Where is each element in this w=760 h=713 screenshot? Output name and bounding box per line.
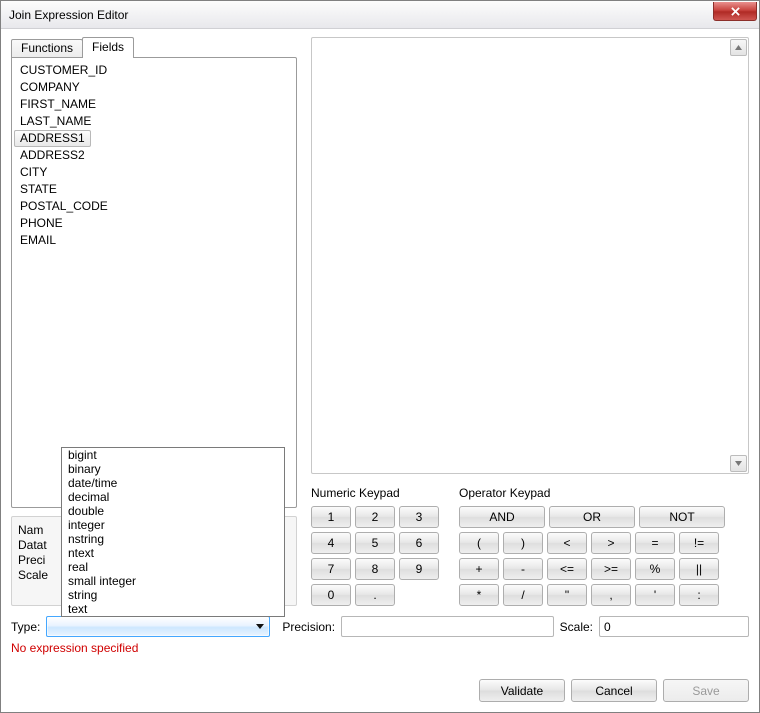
opkey-and[interactable]: AND	[459, 506, 545, 528]
chevron-down-icon	[735, 461, 742, 466]
tabstrip: Functions Fields	[11, 37, 297, 57]
type-option[interactable]: string	[62, 588, 284, 602]
numkey-5[interactable]: 5	[355, 532, 395, 554]
titlebar: Join Expression Editor	[1, 1, 759, 29]
numeric-keypad-label: Numeric Keypad	[311, 486, 439, 500]
opkey[interactable]: <	[547, 532, 587, 554]
numkey-0[interactable]: 0	[311, 584, 351, 606]
scale-label: Scale:	[560, 620, 593, 634]
opkey[interactable]: (	[459, 532, 499, 554]
tab-fields[interactable]: Fields	[82, 37, 134, 57]
opkey[interactable]: "	[547, 584, 587, 606]
field-item[interactable]: ADDRESS2	[14, 147, 294, 164]
opkey-not[interactable]: NOT	[639, 506, 725, 528]
field-item[interactable]: FIRST_NAME	[14, 96, 294, 113]
field-item[interactable]: COMPANY	[14, 79, 294, 96]
precision-input[interactable]	[341, 616, 554, 637]
numkey-7[interactable]: 7	[311, 558, 351, 580]
scroll-down-button[interactable]	[730, 455, 747, 472]
field-item[interactable]: CUSTOMER_ID	[14, 62, 294, 79]
type-label: Type:	[11, 620, 40, 634]
save-button[interactable]: Save	[663, 679, 749, 702]
opkey[interactable]: *	[459, 584, 499, 606]
type-option[interactable]: bigint	[62, 448, 284, 462]
field-item[interactable]: POSTAL_CODE	[14, 198, 294, 215]
opkey[interactable]: :	[679, 584, 719, 606]
chevron-up-icon	[735, 45, 742, 50]
window-title: Join Expression Editor	[9, 8, 128, 22]
type-option[interactable]: real	[62, 560, 284, 574]
tab-functions[interactable]: Functions	[11, 39, 83, 57]
type-combobox[interactable]	[46, 616, 270, 637]
fields-pane: CUSTOMER_IDCOMPANYFIRST_NAMELAST_NAMEADD…	[11, 57, 297, 508]
join-expression-editor-window: Join Expression Editor Functions Fields …	[0, 0, 760, 713]
field-item[interactable]: LAST_NAME	[14, 113, 294, 130]
validate-button[interactable]: Validate	[479, 679, 565, 702]
numkey-1[interactable]: 1	[311, 506, 351, 528]
opkey[interactable]: >	[591, 532, 631, 554]
opkey[interactable]: >=	[591, 558, 631, 580]
type-option[interactable]: double	[62, 504, 284, 518]
scroll-up-button[interactable]	[730, 39, 747, 56]
type-option[interactable]: integer	[62, 518, 284, 532]
opkey[interactable]: %	[635, 558, 675, 580]
expression-scrollbar[interactable]	[730, 39, 747, 472]
numkey-3[interactable]: 3	[399, 506, 439, 528]
type-option[interactable]: nstring	[62, 532, 284, 546]
opkey[interactable]: <=	[547, 558, 587, 580]
opkey[interactable]: '	[635, 584, 675, 606]
right-column: Numeric Keypad 123 456 789 0. Operator Keyp…	[311, 37, 749, 606]
numkey-2[interactable]: 2	[355, 506, 395, 528]
close-icon	[730, 7, 741, 16]
field-item[interactable]: ADDRESS1	[14, 130, 91, 147]
cancel-button[interactable]: Cancel	[571, 679, 657, 702]
precision-label: Precision:	[282, 620, 335, 634]
meta-row: Type: Precision: Scale: bigintbinarydate…	[11, 616, 749, 637]
dialog-buttons: Validate Cancel Save	[11, 675, 749, 702]
operator-keypad-label: Operator Keypad	[459, 486, 725, 500]
status-message: No expression specified	[11, 641, 749, 675]
opkey[interactable]: !=	[679, 532, 719, 554]
operator-keypad: Operator Keypad ANDORNOT ()<>=!=+-<=>=%|…	[459, 486, 725, 606]
type-dropdown-list[interactable]: bigintbinarydate/timedecimaldoubleintege…	[61, 447, 285, 617]
type-option[interactable]: text	[62, 602, 284, 616]
client-area: Functions Fields CUSTOMER_IDCOMPANYFIRST…	[1, 29, 759, 712]
numkey-6[interactable]: 6	[399, 532, 439, 554]
opkey[interactable]: +	[459, 558, 499, 580]
opkey[interactable]: )	[503, 532, 543, 554]
field-item[interactable]: CITY	[14, 164, 294, 181]
numkey-dot[interactable]: .	[355, 584, 395, 606]
opkey-or[interactable]: OR	[549, 506, 635, 528]
type-option[interactable]: decimal	[62, 490, 284, 504]
field-item[interactable]: EMAIL	[14, 232, 294, 249]
type-option[interactable]: binary	[62, 462, 284, 476]
opkey[interactable]: /	[503, 584, 543, 606]
type-option[interactable]: ntext	[62, 546, 284, 560]
close-button[interactable]	[713, 2, 757, 21]
keypads: Numeric Keypad 123 456 789 0. Operator Keyp…	[311, 486, 749, 606]
opkey[interactable]: -	[503, 558, 543, 580]
chevron-down-icon	[252, 619, 267, 634]
field-item[interactable]: STATE	[14, 181, 294, 198]
opkey[interactable]: =	[635, 532, 675, 554]
expression-textarea[interactable]	[311, 37, 749, 474]
type-option[interactable]: small integer	[62, 574, 284, 588]
numeric-keypad: Numeric Keypad 123 456 789 0.	[311, 486, 439, 606]
numkey-9[interactable]: 9	[399, 558, 439, 580]
field-item[interactable]: PHONE	[14, 215, 294, 232]
numkey-8[interactable]: 8	[355, 558, 395, 580]
field-list[interactable]: CUSTOMER_IDCOMPANYFIRST_NAMELAST_NAMEADD…	[12, 58, 296, 507]
scale-input[interactable]	[599, 616, 749, 637]
opkey[interactable]: ||	[679, 558, 719, 580]
type-option[interactable]: date/time	[62, 476, 284, 490]
numkey-4[interactable]: 4	[311, 532, 351, 554]
opkey[interactable]: ,	[591, 584, 631, 606]
